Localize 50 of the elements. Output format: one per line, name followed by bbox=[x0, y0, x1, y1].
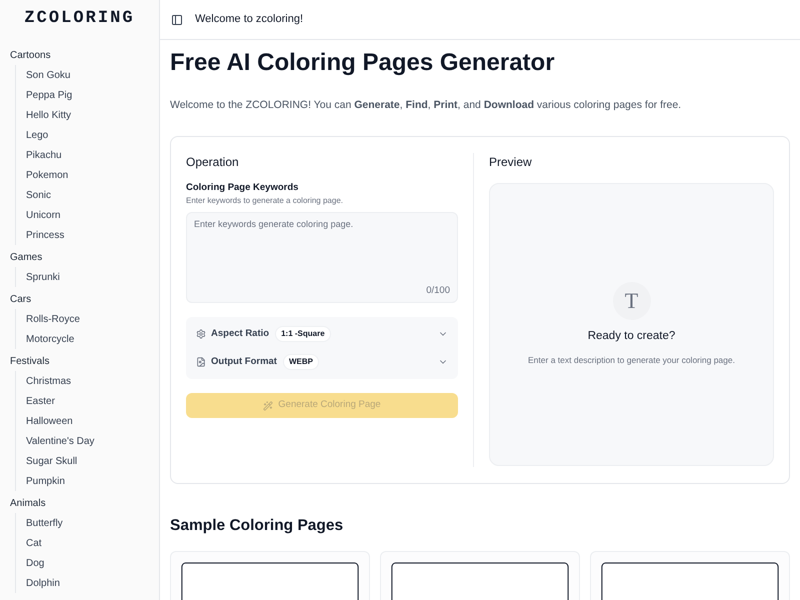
page-title: Free AI Coloring Pages Generator bbox=[170, 49, 555, 77]
sidebar-item[interactable]: Dog bbox=[26, 556, 44, 570]
option-dropdown[interactable]: Output Format WEBP bbox=[196, 348, 448, 376]
sidebar-item[interactable]: Sonic bbox=[26, 188, 52, 202]
sidebar-item[interactable]: Halloween bbox=[26, 414, 73, 428]
character-counter: 0/100 bbox=[426, 284, 450, 298]
logo[interactable]: ZCOLORING bbox=[24, 6, 135, 32]
option-value: 1:1 -Square bbox=[275, 326, 331, 342]
field-label: Coloring Page Keywords bbox=[186, 180, 298, 195]
preview-hint: Enter a text description to generate your coloring page. bbox=[528, 354, 735, 367]
file-image-icon bbox=[196, 357, 206, 367]
group-label: Cars bbox=[10, 292, 32, 306]
group-label: Animals bbox=[10, 496, 46, 510]
group-label: Games bbox=[10, 250, 42, 264]
option-value: WEBP bbox=[282, 354, 319, 370]
text-icon: T bbox=[612, 282, 650, 320]
sidebar-item[interactable]: Sprunki bbox=[26, 270, 60, 284]
magic-wand-icon bbox=[263, 400, 274, 410]
option-dropdown[interactable]: Aspect Ratio 1:1 -Square bbox=[196, 320, 448, 348]
option-label: Output Format bbox=[211, 354, 277, 369]
header-title: Welcome to zcoloring! bbox=[195, 12, 304, 28]
sidebar-item[interactable]: Peppa Pig bbox=[26, 88, 72, 102]
intro-text: Welcome to the ZCOLORING! You can Generate, Find, Print, and Download various coloring pages for free. bbox=[170, 98, 682, 113]
sidebar-item[interactable]: Lego bbox=[26, 128, 48, 142]
gear-icon bbox=[196, 329, 206, 339]
sidebar-item[interactable]: Rolls-Royce bbox=[26, 312, 80, 326]
option-label: Aspect Ratio bbox=[211, 326, 270, 341]
sidebar-item[interactable]: Sugar Skull bbox=[26, 454, 78, 468]
group-label: Cartoons bbox=[10, 48, 51, 62]
sidebar-item[interactable]: Son Goku bbox=[26, 68, 70, 82]
sidebar-item[interactable]: Pokemon bbox=[26, 168, 68, 182]
section-title: Operation bbox=[186, 154, 239, 171]
field-hint: Enter keywords to generate a coloring page. bbox=[186, 195, 343, 207]
sidebar-item[interactable]: Motorcycle bbox=[26, 332, 74, 346]
sidebar-item[interactable]: Cat bbox=[26, 536, 42, 550]
sidebar-item[interactable]: Dolphin bbox=[26, 576, 60, 590]
sidebar-item[interactable]: Hello Kitty bbox=[26, 108, 72, 122]
sidebar-item[interactable]: Pumpkin bbox=[26, 474, 65, 488]
sidebar-item[interactable]: Unicorn bbox=[26, 208, 60, 222]
preview-heading: Ready to create? bbox=[588, 328, 676, 344]
sidebar-toggle-icon[interactable] bbox=[171, 14, 183, 26]
section-heading: Sample Coloring Pages bbox=[170, 516, 344, 536]
section-title: Preview bbox=[489, 154, 532, 171]
sidebar-item[interactable]: Butterfly bbox=[26, 516, 63, 530]
sidebar-item[interactable]: Princess bbox=[26, 228, 64, 242]
sidebar-item[interactable]: Pikachu bbox=[26, 148, 62, 162]
group-label: Festivals bbox=[10, 354, 50, 368]
sidebar-item[interactable]: Easter bbox=[26, 394, 55, 408]
sidebar-item[interactable]: Valentine's Day bbox=[26, 434, 94, 448]
sidebar-item[interactable]: Christmas bbox=[26, 374, 72, 388]
